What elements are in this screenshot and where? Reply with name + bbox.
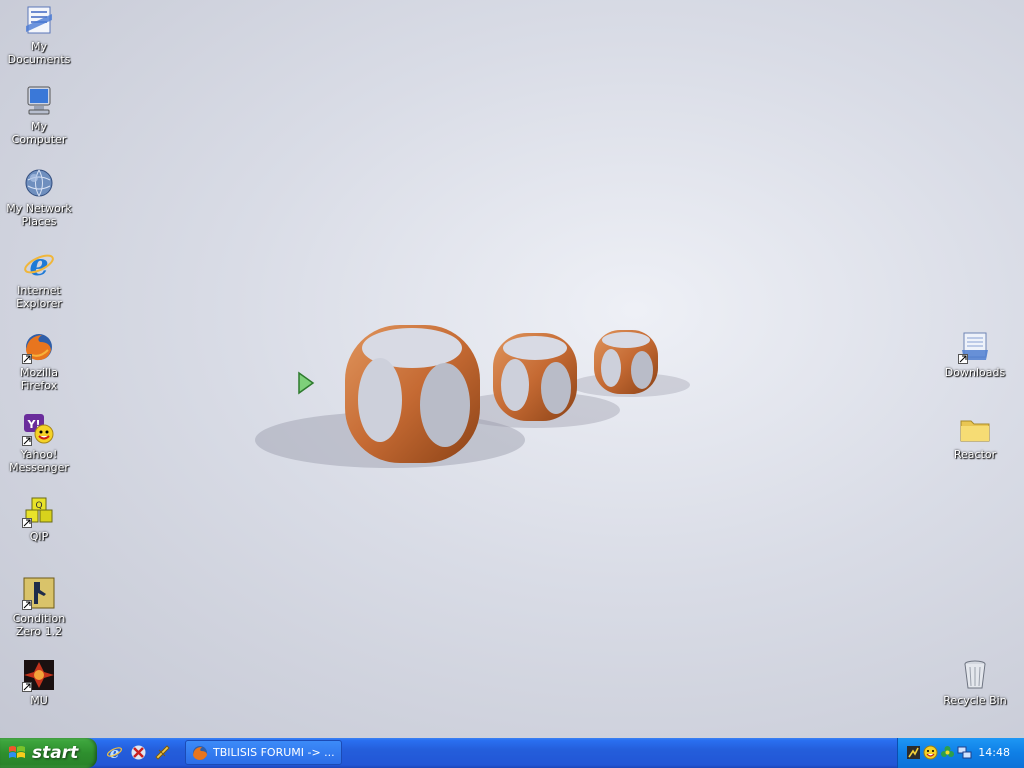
svg-text:e: e (29, 248, 48, 282)
qip-icon: Q (22, 494, 56, 528)
desktop-icon-label: Condition Zero 1.2 (12, 612, 66, 638)
desktop-icon-recycle-bin[interactable]: Recycle Bin (937, 658, 1013, 707)
connection-icon[interactable] (957, 745, 972, 760)
desktop-icon-internet-explorer[interactable]: e Internet Explorer (1, 248, 77, 310)
firefox-icon (193, 745, 207, 760)
firefox-icon (22, 330, 56, 364)
network-icon[interactable] (906, 745, 921, 760)
clock[interactable]: 14:48 (978, 746, 1010, 759)
desktop-icon-downloads[interactable]: Downloads (937, 330, 1013, 379)
my-computer-icon (22, 84, 56, 118)
desktop-icon-qip[interactable]: Q QIP (1, 494, 77, 543)
svg-text:e: e (110, 744, 120, 761)
taskbar-window-button[interactable]: TBILISIS FORUMI -> ... (185, 740, 342, 765)
desktop-icon-reactor[interactable]: Reactor (937, 412, 1013, 461)
windows-logo-icon (9, 746, 25, 758)
network-places-icon (22, 166, 56, 200)
desktop-icon-yahoo-messenger[interactable]: Y! Yahoo! Messenger (1, 412, 77, 474)
desktop: My Documents My Computer My Network Plac… (0, 0, 1024, 738)
shortcut-arrow-icon (22, 518, 32, 528)
desktop-icon-my-documents[interactable]: My Documents (1, 4, 77, 66)
desktop-icon-label: My Network Places (6, 202, 72, 228)
qip-icon[interactable] (940, 745, 955, 760)
shortcut-arrow-icon (22, 354, 32, 364)
desktop-icon-my-network-places[interactable]: My Network Places (1, 166, 77, 228)
desktop-icon-label: MU (30, 694, 48, 707)
shortcut-arrow-icon (958, 354, 968, 364)
shortcut-arrow-icon (22, 600, 32, 610)
taskbar: start e TBILISIS FORUMI -> ... 14:48 (0, 738, 1024, 768)
desktop-icon-label: My Documents (7, 40, 71, 66)
desktop-icon-label: Internet Explorer (16, 284, 62, 310)
taskbar-window-title: TBILISIS FORUMI -> ... (213, 746, 335, 759)
mouse-cursor-icon (298, 371, 315, 395)
my-documents-icon (22, 4, 56, 38)
start-button[interactable]: start (0, 738, 97, 768)
desktop-icon-label: Yahoo! Messenger (9, 448, 69, 474)
desktop-icon-condition-zero[interactable]: Condition Zero 1.2 (1, 576, 77, 638)
recycle-bin-icon (958, 658, 992, 692)
yahoo-icon[interactable] (923, 745, 938, 760)
media-player-icon[interactable] (130, 744, 147, 761)
counter-strike-icon (22, 576, 56, 610)
desktop-icon-my-computer[interactable]: My Computer (1, 84, 77, 146)
desktop-icon-label: Recycle Bin (943, 694, 1007, 707)
quick-launch-bar: e (106, 744, 171, 762)
svg-text:Q: Q (35, 501, 42, 511)
messenger-icon[interactable] (154, 744, 171, 761)
desktop-icon-mozilla-firefox[interactable]: Mozilla Firefox (1, 330, 77, 392)
wallpaper-cubes (255, 325, 690, 468)
shortcut-arrow-icon (22, 682, 32, 692)
yahoo-messenger-icon: Y! (22, 412, 56, 446)
ie-icon[interactable]: e (106, 744, 123, 761)
folder-icon (958, 412, 992, 446)
desktop-icon-label: QIP (29, 530, 49, 543)
system-tray: 14:48 (897, 738, 1024, 768)
desktop-icon-label: My Computer (11, 120, 67, 146)
internet-explorer-icon: e (22, 248, 56, 283)
desktop-icon-label: Mozilla Firefox (20, 366, 58, 392)
downloads-folder-icon (958, 330, 992, 364)
desktop-icon-mu[interactable]: MU (1, 658, 77, 707)
desktop-icon-label: Reactor (953, 448, 997, 461)
start-label: start (32, 743, 79, 763)
mu-game-icon (22, 658, 56, 692)
desktop-icon-label: Downloads (944, 366, 1006, 379)
shortcut-arrow-icon (22, 436, 32, 446)
